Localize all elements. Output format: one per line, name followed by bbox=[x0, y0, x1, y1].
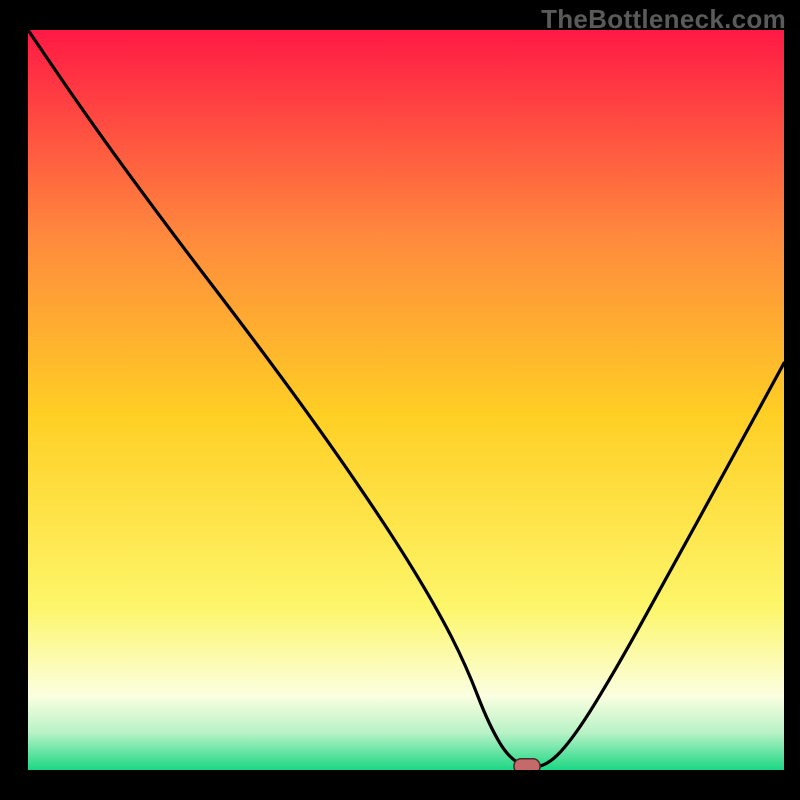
plot-area bbox=[28, 30, 784, 770]
optimal-marker bbox=[514, 759, 540, 770]
chart-frame: TheBottleneck.com bbox=[0, 0, 800, 800]
chart-svg bbox=[28, 30, 784, 770]
gradient-background bbox=[28, 30, 784, 770]
watermark-text: TheBottleneck.com bbox=[541, 4, 786, 35]
